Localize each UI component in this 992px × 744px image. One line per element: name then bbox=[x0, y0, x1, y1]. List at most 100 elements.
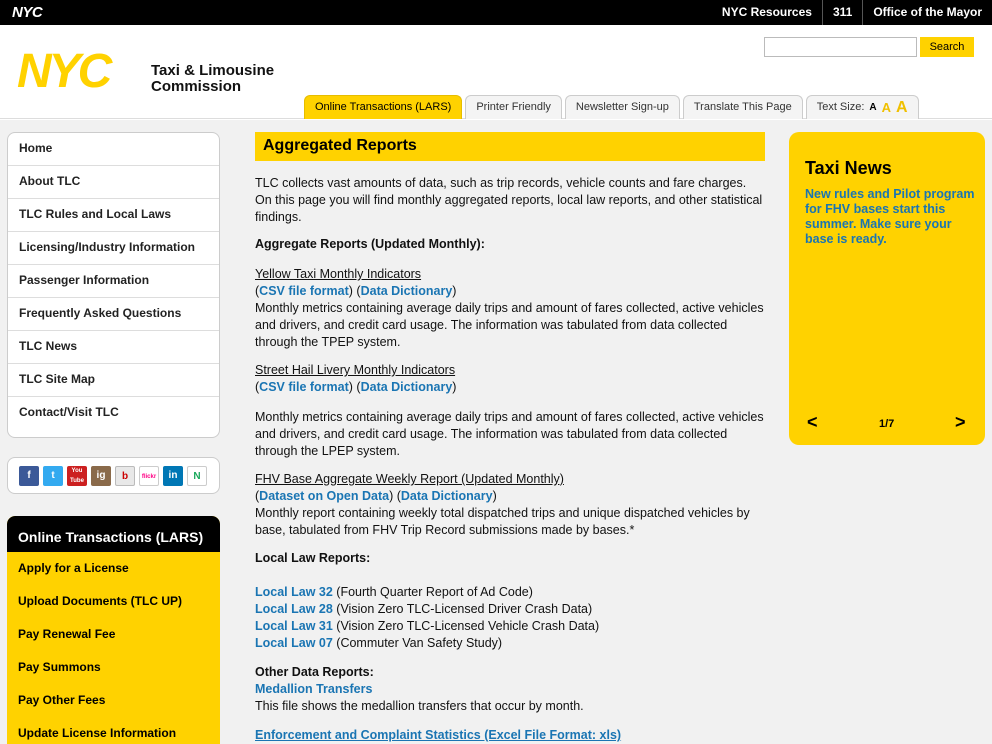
agency-name-line1: Taxi & Limousine bbox=[151, 62, 275, 79]
local-law-list: Local Law 32 (Fourth Quarter Report of A… bbox=[255, 584, 765, 652]
text-size-control: Text Size: A A A bbox=[805, 95, 919, 119]
medallion-line: Medallion Transfers bbox=[255, 681, 765, 698]
report-links: (CSV file format) (Data Dictionary) bbox=[255, 284, 457, 298]
header: NYC Taxi & Limousine Commission Search O… bbox=[0, 25, 992, 119]
local-law-desc: (Vision Zero TLC-Licensed Vehicle Crash … bbox=[332, 619, 600, 633]
nav-item-home[interactable]: Home bbox=[8, 133, 219, 166]
local-law-desc: (Vision Zero TLC-Licensed Driver Crash D… bbox=[332, 602, 593, 616]
tab-online-transactions[interactable]: Online Transactions (LARS) bbox=[304, 95, 463, 119]
tab-translate-page[interactable]: Translate This Page bbox=[682, 95, 803, 119]
list-item: Local Law 31 (Vision Zero TLC-Licensed V… bbox=[255, 618, 765, 635]
twitter-icon[interactable]: t bbox=[43, 465, 63, 486]
intro-text: TLC collects vast amounts of data, such … bbox=[255, 176, 763, 224]
local-law-desc: (Commuter Van Safety Study) bbox=[332, 636, 503, 650]
agency-name: Taxi & Limousine Commission bbox=[151, 63, 274, 95]
tab-printer-friendly[interactable]: Printer Friendly bbox=[465, 95, 562, 119]
report-links: (Dataset on Open Data) (Data Dictionary) bbox=[255, 489, 497, 503]
office-of-mayor-link[interactable]: Office of the Mayor bbox=[862, 0, 992, 25]
report-links: (CSV file format) (Data Dictionary) bbox=[255, 380, 457, 394]
nav-item-sitemap[interactable]: TLC Site Map bbox=[8, 364, 219, 397]
report-description: Monthly report containing weekly total d… bbox=[255, 506, 750, 537]
lars-heading: Online Transactions (LARS) bbox=[7, 516, 220, 552]
taxi-news-widget: Taxi News New rules and Pilot program fo… bbox=[789, 132, 985, 445]
data-dictionary-link[interactable]: Data Dictionary bbox=[361, 284, 453, 298]
local-law-32-link[interactable]: Local Law 32 bbox=[255, 585, 333, 599]
widget-title: Taxi News bbox=[805, 158, 892, 178]
local-law-31-link[interactable]: Local Law 31 bbox=[255, 619, 333, 633]
header-tabs: Online Transactions (LARS) Printer Frien… bbox=[304, 95, 919, 119]
lars-update-license[interactable]: Update License Information bbox=[7, 717, 220, 744]
nav-item-passenger[interactable]: Passenger Information bbox=[8, 265, 219, 298]
local-law-28-link[interactable]: Local Law 28 bbox=[255, 602, 333, 616]
search-button[interactable]: Search bbox=[920, 37, 974, 57]
lars-upload-documents[interactable]: Upload Documents (TLC UP) bbox=[7, 585, 220, 618]
text-size-label: Text Size: bbox=[816, 101, 865, 113]
facebook-icon[interactable]: f bbox=[19, 465, 39, 486]
slide-counter: 1/7 bbox=[879, 418, 895, 430]
nav-item-licensing[interactable]: Licensing/Industry Information bbox=[8, 232, 219, 265]
local-law-desc: (Fourth Quarter Report of Ad Code) bbox=[332, 585, 533, 599]
instagram-icon[interactable]: ig bbox=[91, 465, 111, 486]
social-icons: f t You Tube ig b flickr in N bbox=[7, 457, 220, 494]
report-fhv-base: FHV Base Aggregate Weekly Report (Update… bbox=[255, 471, 765, 539]
text-size-medium[interactable]: A bbox=[882, 96, 891, 119]
nav-item-news[interactable]: TLC News bbox=[8, 331, 219, 364]
page-title: Aggregated Reports bbox=[255, 132, 765, 161]
lars-pay-renewal[interactable]: Pay Renewal Fee bbox=[7, 618, 220, 651]
top-links: NYC Resources 311 Office of the Mayor bbox=[712, 0, 992, 25]
text-size-small[interactable]: A bbox=[869, 96, 876, 119]
311-link[interactable]: 311 bbox=[821, 0, 862, 25]
medium-icon[interactable]: N bbox=[187, 465, 207, 486]
page-body: Home About TLC TLC Rules and Local Laws … bbox=[0, 120, 992, 744]
report-title[interactable]: Street Hail Livery Monthly Indicators bbox=[255, 362, 765, 379]
list-item: Local Law 32 (Fourth Quarter Report of A… bbox=[255, 584, 765, 601]
nav-item-contact[interactable]: Contact/Visit TLC bbox=[8, 397, 219, 437]
chevron-right-icon[interactable]: > bbox=[955, 412, 966, 433]
aggregate-heading: Aggregate Reports (Updated Monthly): bbox=[255, 237, 485, 251]
lars-panel: Online Transactions (LARS) Apply for a L… bbox=[7, 516, 220, 744]
local-law-heading: Local Law Reports: bbox=[255, 551, 371, 565]
main-content: Aggregated Reports TLC collects vast amo… bbox=[255, 132, 765, 744]
chevron-left-icon[interactable]: < bbox=[807, 412, 818, 433]
list-item: Local Law 28 (Vision Zero TLC-Licensed D… bbox=[255, 601, 765, 618]
other-reports-heading: Other Data Reports: bbox=[255, 665, 374, 679]
agency-name-line2: Commission bbox=[151, 78, 242, 95]
enforcement-stats-link[interactable]: Enforcement and Complaint Statistics (Ex… bbox=[255, 728, 621, 742]
open-data-link[interactable]: Dataset on Open Data bbox=[259, 489, 389, 503]
medallion-description: This file shows the medallion transfers … bbox=[255, 699, 584, 713]
nav-item-rules[interactable]: TLC Rules and Local Laws bbox=[8, 199, 219, 232]
report-description: Monthly metrics containing average daily… bbox=[255, 301, 764, 349]
lars-pay-summons[interactable]: Pay Summons bbox=[7, 651, 220, 684]
data-dictionary-link[interactable]: Data Dictionary bbox=[401, 489, 493, 503]
report-description: Monthly metrics containing average daily… bbox=[255, 410, 764, 458]
nyc-gov-logo[interactable]: NYC bbox=[12, 4, 43, 21]
left-nav: Home About TLC TLC Rules and Local Laws … bbox=[7, 132, 220, 438]
tab-newsletter-signup[interactable]: Newsletter Sign-up bbox=[564, 95, 680, 119]
csv-link[interactable]: CSV file format bbox=[259, 284, 349, 298]
linkedin-icon[interactable]: in bbox=[163, 465, 183, 486]
report-title[interactable]: FHV Base Aggregate Weekly Report (Update… bbox=[255, 471, 765, 488]
lars-apply-license[interactable]: Apply for a License bbox=[7, 552, 220, 585]
youtube-icon[interactable]: You Tube bbox=[67, 465, 87, 486]
data-dictionary-link[interactable]: Data Dictionary bbox=[361, 380, 453, 394]
nav-item-about[interactable]: About TLC bbox=[8, 166, 219, 199]
nyc-logo[interactable]: NYC bbox=[17, 50, 143, 90]
enforcement-line: Enforcement and Complaint Statistics (Ex… bbox=[255, 727, 765, 744]
nyc-resources-link[interactable]: NYC Resources bbox=[712, 0, 822, 25]
report-street-hail: Street Hail Livery Monthly Indicators (C… bbox=[255, 362, 765, 460]
nyc-logo-text: NYC bbox=[17, 50, 114, 90]
text-size-large[interactable]: A bbox=[896, 96, 908, 119]
nav-item-faq[interactable]: Frequently Asked Questions bbox=[8, 298, 219, 331]
news-headline-link[interactable]: New rules and Pilot program for FHV base… bbox=[805, 187, 975, 247]
report-title[interactable]: Yellow Taxi Monthly Indicators bbox=[255, 266, 765, 283]
top-bar: NYC NYC Resources 311 Office of the Mayo… bbox=[0, 0, 992, 25]
report-yellow-taxi: Yellow Taxi Monthly Indicators (CSV file… bbox=[255, 266, 765, 351]
medallion-transfers-link[interactable]: Medallion Transfers bbox=[255, 682, 372, 696]
blog-icon[interactable]: b bbox=[115, 465, 135, 486]
lars-pay-other-fees[interactable]: Pay Other Fees bbox=[7, 684, 220, 717]
list-item: Local Law 07 (Commuter Van Safety Study) bbox=[255, 635, 765, 652]
flickr-icon[interactable]: flickr bbox=[139, 465, 159, 486]
local-law-07-link[interactable]: Local Law 07 bbox=[255, 636, 333, 650]
search-input[interactable] bbox=[764, 37, 917, 57]
csv-link[interactable]: CSV file format bbox=[259, 380, 349, 394]
